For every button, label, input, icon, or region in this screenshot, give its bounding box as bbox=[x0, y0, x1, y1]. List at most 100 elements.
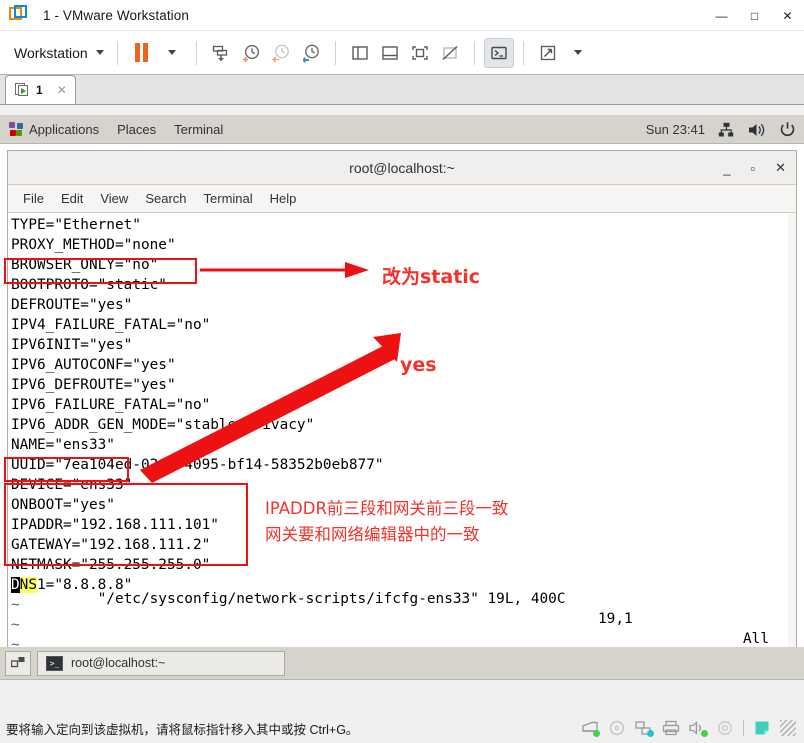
sound-card-icon[interactable] bbox=[689, 720, 708, 737]
menu-applications-label: Applications bbox=[29, 121, 100, 137]
camera-icon[interactable] bbox=[716, 720, 734, 736]
close-button[interactable]: ✕ bbox=[771, 0, 804, 31]
printer-icon[interactable] bbox=[662, 720, 680, 736]
terminal-body[interactable]: TYPE="Ethernet" PROXY_METHOD="none" BROW… bbox=[8, 213, 796, 671]
terminal-line: BOOTPROTO="static" bbox=[11, 277, 167, 293]
vm-tab-label: 1 bbox=[36, 83, 43, 97]
taskbar-window-button[interactable]: >_ root@localhost:~ bbox=[37, 650, 285, 676]
toolbar-divider bbox=[195, 40, 197, 65]
window-controls: — □ ✕ bbox=[705, 0, 804, 31]
close-icon[interactable]: ✕ bbox=[57, 83, 67, 97]
menu-places-label: Places bbox=[117, 121, 157, 137]
terminal-menubar: File Edit View Search Terminal Help bbox=[8, 185, 796, 213]
terminal-menu-search[interactable]: Search bbox=[138, 188, 193, 209]
terminal-titlebar: root@localhost:~ _ ▫ ✕ bbox=[8, 151, 796, 185]
enter-fullscreen-button[interactable] bbox=[533, 38, 563, 68]
terminal-menu-help[interactable]: Help bbox=[263, 188, 304, 209]
pause-icon bbox=[135, 43, 149, 62]
vmware-workstation-window: 1 - VMware Workstation — □ ✕ Workstation bbox=[0, 0, 804, 743]
workstation-menu-label: Workstation bbox=[14, 44, 88, 61]
window-titlebar: 1 - VMware Workstation — □ ✕ bbox=[0, 0, 804, 31]
taskbar-window-label: root@localhost:~ bbox=[71, 656, 166, 670]
terminal-menu-view[interactable]: View bbox=[93, 188, 135, 209]
terminal-menu-terminal[interactable]: Terminal bbox=[197, 188, 260, 209]
expand-arrows-icon bbox=[540, 45, 555, 60]
terminal-window: root@localhost:~ _ ▫ ✕ File Edit View Se… bbox=[7, 150, 797, 672]
panel-clock[interactable]: Sun 23:41 bbox=[646, 122, 705, 137]
snapshot-manager-button[interactable] bbox=[206, 38, 236, 68]
terminal-line: IPV6INIT="yes" bbox=[11, 337, 133, 353]
vmware-bottom-area: 要将输入定向到该虚拟机，请将鼠标指针移入其中或按 Ctrl+G。 bbox=[0, 680, 804, 743]
suspend-button[interactable] bbox=[127, 38, 157, 68]
terminal-title: root@localhost:~ bbox=[349, 159, 455, 176]
show-console-view-button[interactable] bbox=[405, 38, 435, 68]
terminal-line: NAME="ens33" bbox=[11, 437, 115, 453]
menu-terminal[interactable]: Terminal bbox=[165, 115, 232, 144]
terminal-line: IPADDR="192.168.111.101" bbox=[11, 517, 219, 533]
menu-places[interactable]: Places bbox=[108, 115, 165, 144]
vmware-status-bar: 要将输入定向到该虚拟机，请将鼠标指针移入其中或按 Ctrl+G。 bbox=[0, 713, 804, 743]
terminal-close-button[interactable]: ✕ bbox=[775, 160, 786, 176]
manage-snapshots-button[interactable] bbox=[296, 38, 326, 68]
clock-wrench-icon bbox=[302, 44, 319, 62]
status-divider bbox=[743, 720, 744, 736]
terminal-line: GATEWAY="192.168.111.2" bbox=[11, 537, 211, 553]
toolbar-divider bbox=[522, 40, 524, 65]
resize-grip[interactable] bbox=[780, 720, 796, 736]
network-adapter-icon[interactable] bbox=[635, 720, 654, 737]
power-icon[interactable] bbox=[779, 121, 796, 138]
network-icon[interactable] bbox=[718, 122, 735, 138]
vmware-logo-icon bbox=[9, 5, 29, 25]
terminal-line: IPV6_ADDR_GEN_MODE="stable-privacy" bbox=[11, 417, 315, 433]
main-toolbar: Workstation bbox=[0, 31, 804, 75]
toolbar-divider bbox=[473, 40, 475, 65]
terminal-window-controls: _ ▫ ✕ bbox=[723, 151, 786, 185]
cd-dvd-icon[interactable] bbox=[608, 720, 626, 736]
minimize-button[interactable]: — bbox=[705, 0, 738, 31]
terminal-minimize-button[interactable]: _ bbox=[723, 161, 730, 176]
terminal-line: TYPE="Ethernet" bbox=[11, 217, 141, 233]
device-status-icons bbox=[581, 720, 800, 737]
show-thumbnail-bar-button[interactable] bbox=[375, 38, 405, 68]
terminal-line: ONBOOT="yes" bbox=[11, 497, 115, 513]
hide-console-view-button[interactable] bbox=[435, 38, 465, 68]
terminal-line: IPV6_DEFROUTE="yes" bbox=[11, 377, 176, 393]
clock-back-icon bbox=[271, 44, 289, 63]
caret-down-icon bbox=[573, 50, 582, 55]
vm-running-icon bbox=[15, 83, 30, 97]
take-snapshot-button[interactable] bbox=[236, 38, 266, 68]
terminal-line: BROWSER_ONLY="no" bbox=[11, 257, 159, 273]
terminal-maximize-button[interactable]: ▫ bbox=[750, 161, 755, 176]
unity-dropdown-button[interactable] bbox=[563, 38, 593, 68]
vm-tab-1[interactable]: 1 ✕ bbox=[5, 75, 76, 104]
hard-disk-icon[interactable] bbox=[581, 720, 600, 737]
terminal-icon: >_ bbox=[46, 655, 63, 671]
snapshot-icon bbox=[212, 45, 227, 61]
toolbar-divider bbox=[334, 40, 336, 65]
panel-status-area: Sun 23:41 bbox=[646, 115, 796, 144]
send-ctrl-alt-del-button[interactable] bbox=[483, 37, 514, 68]
toolbar-divider bbox=[116, 40, 118, 65]
power-dropdown-button[interactable] bbox=[157, 38, 187, 68]
show-library-button[interactable] bbox=[345, 38, 375, 68]
terminal-scrollbar[interactable] bbox=[788, 214, 796, 672]
clock-plus-icon bbox=[242, 44, 259, 62]
terminal-prompt-icon bbox=[490, 46, 507, 59]
panel-bottom-icon bbox=[381, 45, 398, 60]
terminal-line: UUID="7ea104ed-026c-4095-bf14-58352b0eb8… bbox=[11, 457, 384, 473]
menu-applications[interactable]: Applications bbox=[0, 115, 108, 144]
volume-icon[interactable] bbox=[748, 122, 766, 138]
maximize-button[interactable]: □ bbox=[738, 0, 771, 31]
revert-snapshot-button[interactable] bbox=[266, 38, 296, 68]
terminal-menu-edit[interactable]: Edit bbox=[54, 188, 90, 209]
guest-screen[interactable]: Applications Places Terminal Sun 23:41 r… bbox=[0, 115, 804, 680]
terminal-menu-file[interactable]: File bbox=[16, 188, 51, 209]
vim-status-file: "/etc/sysconfig/network-scripts/ifcfg-en… bbox=[97, 591, 566, 607]
vm-tab-strip: 1 ✕ bbox=[0, 75, 804, 105]
workstation-menu-button[interactable]: Workstation bbox=[10, 42, 108, 64]
show-desktop-icon[interactable] bbox=[5, 650, 31, 676]
terminal-line: IPV4_FAILURE_FATAL="no" bbox=[11, 317, 211, 333]
note-icon[interactable] bbox=[753, 720, 771, 736]
window-title: 1 - VMware Workstation bbox=[43, 7, 189, 23]
fullscreen-box-icon bbox=[411, 45, 428, 60]
